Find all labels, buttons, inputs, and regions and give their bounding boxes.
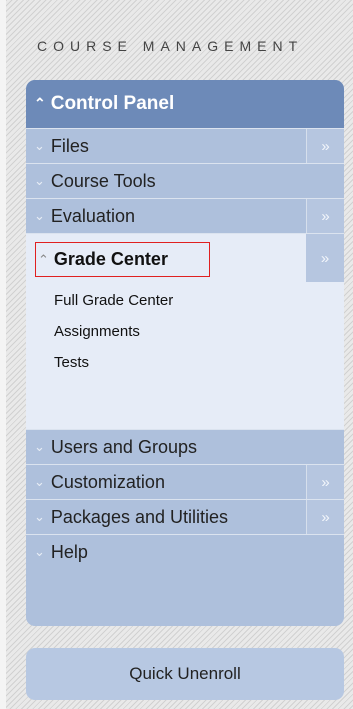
- double-chevron-right-icon[interactable]: »: [306, 199, 344, 233]
- double-chevron-right-icon[interactable]: »: [306, 129, 344, 163]
- chevron-down-icon: ⌄: [34, 474, 45, 489]
- submenu-item-assignments[interactable]: Assignments: [54, 323, 140, 340]
- chevron-down-icon: ⌄: [34, 509, 45, 524]
- submenu-item-full-grade-center[interactable]: Full Grade Center: [54, 292, 173, 309]
- menu-item-users-and-groups[interactable]: ⌄ Users and Groups: [26, 429, 344, 464]
- menu-item-evaluation[interactable]: ⌄ Evaluation »: [26, 198, 344, 233]
- double-chevron-right-icon[interactable]: »: [306, 234, 344, 282]
- submenu-item-tests[interactable]: Tests: [54, 354, 89, 371]
- menu-item-label: Evaluation: [50, 205, 135, 226]
- menu-item-label: Help: [50, 541, 88, 562]
- menu-section-grade-center: ⌃ Grade Center » Full Grade Center Assig…: [26, 233, 344, 429]
- control-panel-header[interactable]: ⌃ Control Panel: [26, 80, 344, 128]
- chevron-up-icon: ⌃: [34, 94, 46, 111]
- double-chevron-right-icon[interactable]: »: [306, 500, 344, 534]
- chevron-up-icon: ⌃: [38, 251, 49, 267]
- section-title: COURSE MANAGEMENT: [37, 38, 304, 54]
- menu-item-label: Course Tools: [50, 170, 156, 191]
- left-edge: [0, 0, 6, 709]
- quick-unenroll-button[interactable]: Quick Unenroll: [26, 648, 344, 700]
- menu-item-grade-center[interactable]: ⌃ Grade Center: [35, 242, 210, 277]
- menu-item-help[interactable]: ⌄ Help: [26, 534, 344, 569]
- chevron-down-icon: ⌄: [34, 208, 45, 223]
- menu-item-label: Customization: [50, 471, 165, 492]
- menu-item-files[interactable]: ⌄ Files »: [26, 128, 344, 163]
- chevron-down-icon: ⌄: [34, 544, 45, 559]
- control-panel: ⌃ Control Panel ⌄ Files » ⌄ Course Tools…: [26, 80, 344, 626]
- double-chevron-right-icon[interactable]: »: [306, 465, 344, 499]
- menu-item-label: Users and Groups: [50, 436, 197, 457]
- menu-item-customization[interactable]: ⌄ Customization »: [26, 464, 344, 499]
- chevron-down-icon: ⌄: [34, 439, 45, 454]
- menu-item-packages-and-utilities[interactable]: ⌄ Packages and Utilities »: [26, 499, 344, 534]
- chevron-down-icon: ⌄: [34, 173, 45, 188]
- chevron-down-icon: ⌄: [34, 138, 45, 153]
- menu-item-label: Grade Center: [53, 249, 168, 269]
- menu-item-course-tools[interactable]: ⌄ Course Tools: [26, 163, 344, 198]
- menu-item-label: Packages and Utilities: [50, 506, 228, 527]
- control-panel-title: Control Panel: [50, 93, 175, 114]
- menu-item-label: Files: [50, 135, 89, 156]
